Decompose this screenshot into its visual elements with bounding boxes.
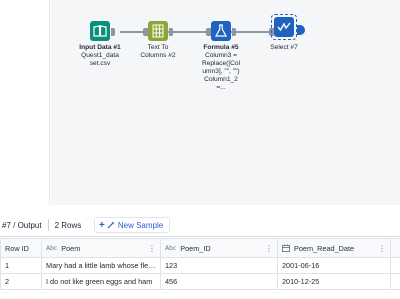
select-output-anchor[interactable] [297, 25, 305, 35]
results-table: Row ID Abc Poem ⋮ Abc Poem_ID ⋮ Poem_Rea… [0, 238, 400, 290]
formula-label-line-4: Column1_2 [204, 76, 238, 83]
table-row[interactable]: 2 I do not like green eggs and ham 456 2… [0, 273, 400, 290]
column-menu-icon[interactable]: ⋮ [378, 244, 386, 253]
input-data-output-anchor[interactable] [111, 28, 115, 36]
formula-label-line-5: =... [216, 84, 226, 91]
text-to-columns-label: Text To Columns #2 [138, 44, 178, 60]
column-menu-icon[interactable]: ⋮ [265, 244, 273, 253]
column-menu-icon[interactable]: ⋮ [148, 244, 156, 253]
input-data-label-line-2: set.csv [89, 60, 111, 67]
results-toolbar: #7 / Output 2 Rows + New Sample [0, 214, 400, 236]
text-to-columns-label-line-2: Columns #2 [140, 52, 176, 59]
formula-label: Formula #5 Column3 = Replace([Col umn3],… [197, 44, 245, 92]
table-cell: I do not like green eggs and ham [41, 273, 161, 290]
left-gutter [0, 0, 50, 205]
table-cell: 2 [0, 273, 42, 290]
formula-label-line-2: Replace([Col [201, 60, 241, 67]
select-label: Select #7 [264, 44, 304, 52]
text-to-columns-output-anchor[interactable] [169, 28, 173, 36]
table-cell: 1 [0, 257, 42, 274]
formula-label-line-1: Column3 = [204, 52, 238, 59]
table-cell: 456 [160, 273, 278, 290]
calendar-icon [282, 244, 290, 252]
results-title: #7 / Output [2, 220, 42, 230]
connector-1-2 [120, 31, 144, 33]
table-cell-overflow [390, 273, 400, 290]
input-data-tool[interactable] [90, 21, 110, 41]
flask-icon [214, 24, 228, 37]
column-header-label: Poem [61, 243, 81, 253]
wand-icon [107, 221, 115, 229]
table-cell: Mary had a little lamb whose fleec... [41, 257, 161, 274]
book-icon [93, 25, 107, 37]
input-data-label: Input Data #1 Quest1_data set.csv [77, 44, 123, 68]
new-sample-label: New Sample [117, 220, 164, 230]
column-header-label: Row ID [5, 243, 29, 253]
workflow-canvas[interactable]: Input Data #1 Quest1_data set.csv Text T… [51, 0, 400, 205]
input-data-label-line-1: Quest1_data [81, 52, 119, 59]
column-header-poem[interactable]: Abc Poem ⋮ [41, 238, 161, 258]
row-count: 2 Rows [54, 220, 82, 230]
formula-tool[interactable] [211, 21, 231, 41]
table-header-row: Row ID Abc Poem ⋮ Abc Poem_ID ⋮ Poem_Rea… [0, 238, 400, 258]
table-cell: 2010-12-25 [277, 273, 391, 290]
formula-label-line-3: umn3], "", "") [202, 68, 240, 75]
formula-label-title: Formula #5 [203, 44, 239, 51]
string-type-icon: Abc [165, 244, 177, 252]
table-cell-overflow [390, 257, 400, 274]
new-sample-button[interactable]: + New Sample [94, 217, 171, 233]
input-data-label-title: Input Data #1 [79, 44, 121, 51]
column-header-label: Poem_ID [180, 243, 211, 253]
text-to-columns-label-line-1: Text To [147, 44, 169, 51]
results-divider [0, 236, 400, 237]
columns-icon [152, 24, 164, 38]
formula-output-anchor[interactable] [232, 28, 236, 36]
column-header-label: Poem_Read_Date [294, 243, 355, 253]
text-to-columns-tool[interactable] [148, 21, 168, 41]
table-cell: 123 [160, 257, 278, 274]
plus-icon: + [99, 219, 105, 231]
checkmark-wave-icon [277, 22, 291, 32]
column-header-poem-id[interactable]: Abc Poem_ID ⋮ [160, 238, 278, 258]
column-header-overflow [390, 238, 400, 258]
column-header-row-id[interactable]: Row ID [0, 238, 42, 258]
select-tool[interactable] [274, 17, 294, 37]
select-label-line-1: Select #7 [270, 44, 298, 51]
string-type-icon: Abc [46, 244, 58, 252]
table-cell: 2001-06-16 [277, 257, 391, 274]
column-header-poem-read-date[interactable]: Poem_Read_Date ⋮ [277, 238, 391, 258]
table-row[interactable]: 1 Mary had a little lamb whose fleec... … [0, 257, 400, 274]
toolbar-divider [47, 219, 49, 231]
